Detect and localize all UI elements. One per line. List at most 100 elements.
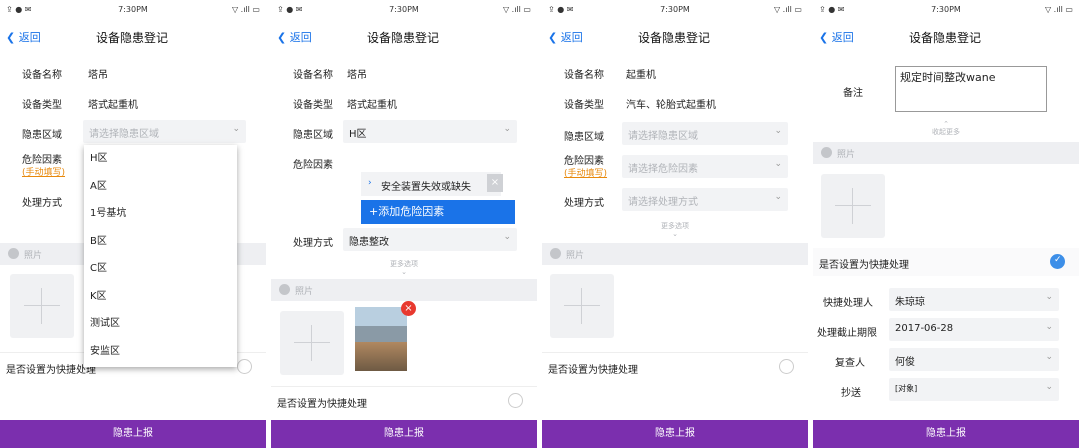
status-icons-right: ▽ .ıll ▭ [502, 5, 531, 14]
label-area: 隐患区域 [564, 132, 604, 143]
more-label: 更多选项 [661, 222, 689, 230]
dropdown-option[interactable]: 测试区 [84, 310, 237, 338]
page-title: 设备隐患登记 [909, 31, 982, 45]
label-risk: 危险因素 [293, 160, 333, 171]
status-bar: ⇪ ● ✉ 7:30PM ▽ .ıll ▭ [271, 0, 537, 20]
dropdown-option[interactable]: 安监区 [84, 338, 237, 366]
submit-button[interactable]: 隐患上报 [271, 420, 537, 448]
fast-toggle[interactable] [508, 393, 523, 408]
back-button[interactable]: ❮ 返回 [548, 29, 583, 45]
close-icon[interactable]: × [487, 174, 503, 192]
remark-textarea[interactable]: 规定时间整改wane [895, 66, 1047, 112]
fast-row: 是否设置为快捷处理 [271, 386, 537, 414]
risk-select[interactable]: 请选择危险因素 ⌄ [622, 155, 788, 178]
row-handler: 快捷处理人 朱琼琼 ⌄ [813, 286, 1079, 316]
dropdown-option[interactable]: 1号基坑 [84, 200, 237, 228]
fast-toggle[interactable] [779, 359, 794, 374]
back-button[interactable]: ❮ 返回 [819, 29, 854, 45]
fast-row: 是否设置为快捷处理 [542, 352, 808, 380]
reviewer-select[interactable]: 何俊 ⌄ [889, 348, 1059, 371]
status-time: 7:30PM [389, 5, 419, 14]
area-placeholder: 请选择隐患区域 [628, 131, 698, 142]
fast-label: 是否设置为快捷处理 [277, 399, 367, 410]
photo-label: 照片 [295, 287, 314, 297]
area-select[interactable]: 请选择隐患区域 ⌄ [622, 122, 788, 145]
photo-header: 照片 [271, 279, 537, 301]
fast-toggle[interactable] [1050, 254, 1065, 269]
value-name: 塔吊 [347, 70, 367, 81]
area-select[interactable]: 请选择隐患区域 ⌄ [83, 120, 246, 143]
info-icon [279, 284, 290, 295]
row-risk: 危险因素 (手动填写) 请选择危险因素 ⌄ [542, 153, 808, 183]
manual-link[interactable]: (手动填写) [22, 168, 65, 178]
back-button[interactable]: ❮ 返回 [6, 29, 41, 45]
back-label: 返回 [18, 31, 41, 44]
deadline-value: 2017-06-28 [895, 323, 954, 334]
submit-button[interactable]: 隐患上报 [0, 420, 266, 448]
risk-tag-label: 安全装置失效或缺失 [381, 182, 471, 193]
photo-label: 照片 [566, 251, 585, 261]
screen-3: ⇪ ● ✉ 7:30PM ▽ .ıll ▭ ❮ 返回 设备隐患登记 设备名称 起… [542, 0, 808, 448]
add-photo-button[interactable] [821, 174, 885, 238]
method-value: 隐患整改 [349, 237, 389, 248]
add-photo-button[interactable] [10, 274, 74, 338]
row-deadline: 处理截止期限 2017-06-28 ⌄ [813, 316, 1079, 346]
label-name: 设备名称 [293, 70, 333, 81]
dropdown-option[interactable]: C区 [84, 255, 237, 283]
label-method: 处理方式 [293, 238, 333, 249]
row-cc: 抄送 [对象] ⌄ [813, 376, 1079, 406]
row-reviewer: 复查人 何俊 ⌄ [813, 346, 1079, 376]
row-type: 设备类型 塔式起重机 [0, 88, 266, 118]
back-button[interactable]: ❮ 返回 [277, 29, 312, 45]
area-placeholder: 请选择隐患区域 [89, 129, 159, 140]
label-name: 设备名称 [22, 70, 62, 81]
screen-1: ⇪ ● ✉ 7:30PM ▽ .ıll ▭ ❮ 返回 设备隐患登记 设备名称 塔… [0, 0, 266, 448]
dropdown-option[interactable]: H区 [84, 145, 237, 173]
back-label: 返回 [831, 31, 854, 44]
label-deadline: 处理截止期限 [817, 328, 877, 339]
dropdown-option[interactable]: A区 [84, 173, 237, 201]
dropdown-option[interactable]: B区 [84, 228, 237, 256]
method-placeholder: 请选择处理方式 [628, 197, 698, 208]
page-title: 设备隐患登记 [367, 31, 440, 45]
nav-bar: ❮ 返回 设备隐患登记 [813, 22, 1079, 50]
collapse-toggle[interactable]: ⌃ 收起更多 [813, 120, 1079, 136]
status-icons-right: ▽ .ıll ▭ [231, 5, 260, 14]
handler-select[interactable]: 朱琼琼 ⌄ [889, 288, 1059, 311]
add-photo-button[interactable] [550, 274, 614, 338]
chevron-down-icon: ⌄ [503, 232, 511, 242]
photo-label: 照片 [837, 150, 856, 160]
status-bar: ⇪ ● ✉ 7:30PM ▽ .ıll ▭ [813, 0, 1079, 20]
delete-photo-icon[interactable]: × [401, 301, 416, 316]
more-options-toggle[interactable]: 更多选项 ⌄ [542, 222, 808, 238]
method-select[interactable]: 隐患整改 ⌄ [343, 228, 517, 251]
cc-select[interactable]: [对象] ⌄ [889, 378, 1059, 401]
more-options-toggle[interactable]: 更多选项 ⌄ [271, 260, 537, 276]
area-select[interactable]: H区 ⌄ [343, 120, 517, 143]
nav-bar: ❮ 返回 设备隐患登记 [271, 22, 537, 50]
add-photo-button[interactable] [280, 311, 344, 375]
submit-button[interactable]: 隐患上报 [813, 420, 1079, 448]
fast-toggle[interactable] [237, 359, 252, 374]
add-risk-button[interactable]: +添加危险因素 [361, 200, 515, 224]
photo-thumbnail[interactable] [355, 307, 407, 371]
screen-2: ⇪ ● ✉ 7:30PM ▽ .ıll ▭ ❮ 返回 设备隐患登记 设备名称 塔… [271, 0, 537, 448]
status-bar: ⇪ ● ✉ 7:30PM ▽ .ıll ▭ [542, 0, 808, 20]
row-area: 隐患区域 请选择隐患区域 ⌄ [542, 120, 808, 150]
status-time: 7:30PM [118, 5, 148, 14]
manual-link[interactable]: (手动填写) [564, 169, 607, 179]
value-name: 塔吊 [88, 70, 108, 81]
info-icon [8, 248, 19, 259]
value-type: 塔式起重机 [88, 100, 138, 111]
row-method: 处理方式 隐患整改 ⌄ [271, 226, 537, 256]
page-title: 设备隐患登记 [96, 31, 169, 45]
label-type: 设备类型 [293, 100, 333, 111]
risk-tag: › 安全装置失效或缺失 × [361, 172, 503, 196]
deadline-select[interactable]: 2017-06-28 ⌄ [889, 318, 1059, 341]
method-select[interactable]: 请选择处理方式 ⌄ [622, 188, 788, 211]
dropdown-option[interactable]: K区 [84, 283, 237, 311]
submit-button[interactable]: 隐患上报 [542, 420, 808, 448]
label-reviewer: 复查人 [835, 358, 865, 369]
label-area: 隐患区域 [22, 130, 62, 141]
fast-label: 是否设置为快捷处理 [819, 260, 909, 271]
